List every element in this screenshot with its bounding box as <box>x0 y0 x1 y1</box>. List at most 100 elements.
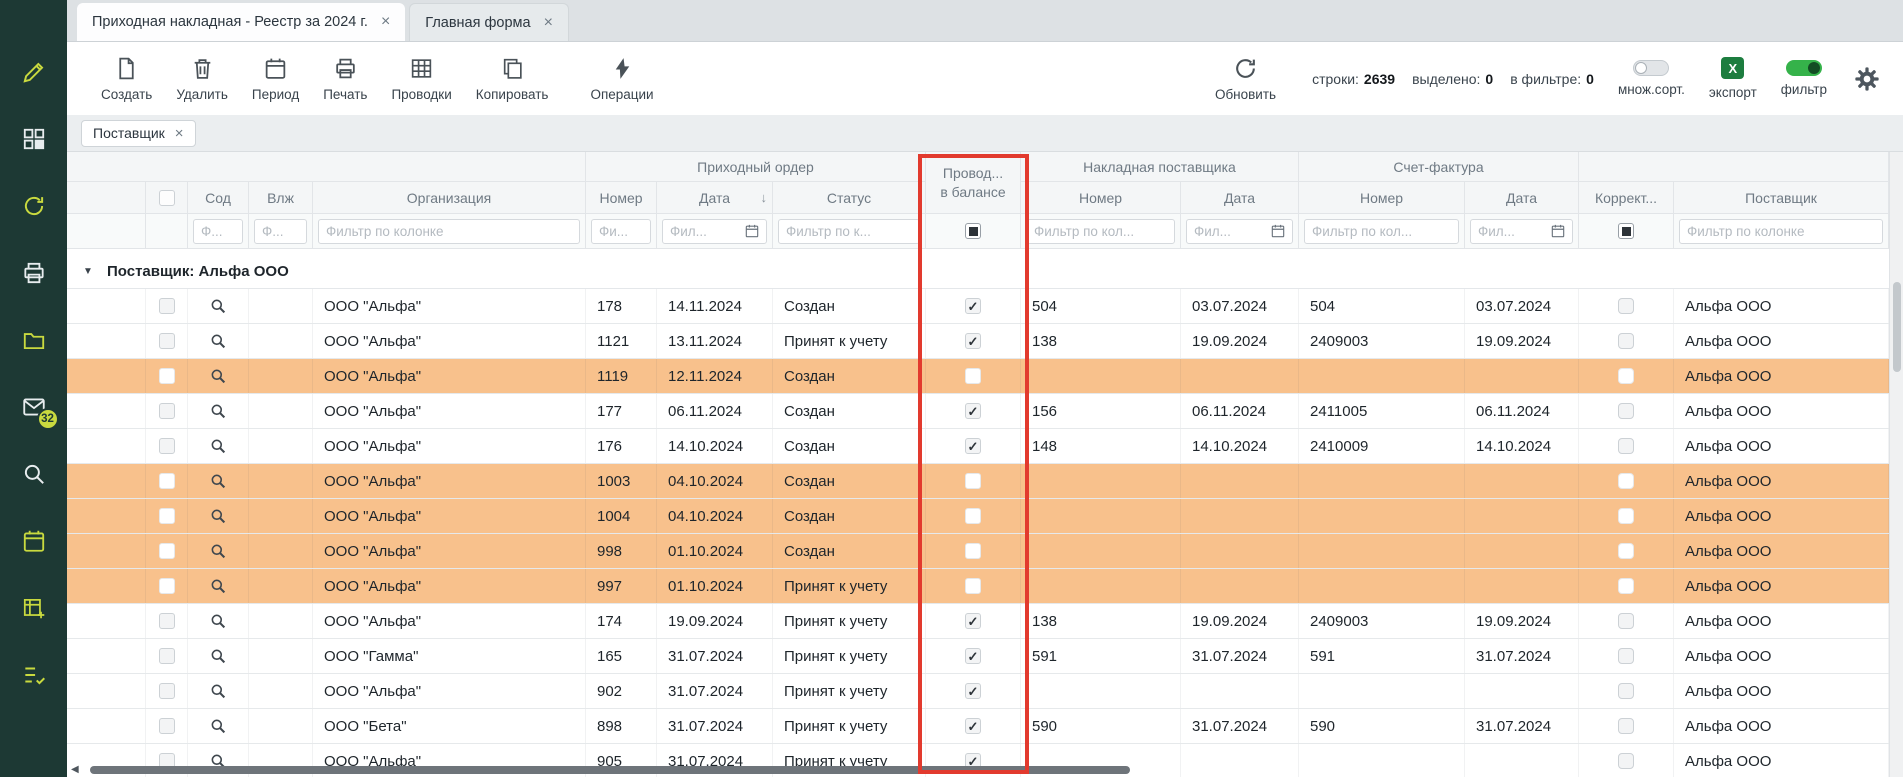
correction-cell[interactable] <box>1579 639 1674 673</box>
postings-button[interactable]: Проводки <box>379 52 463 106</box>
print-button[interactable]: Печать <box>311 52 379 106</box>
filter-supplier-invoice-date-input[interactable] <box>1194 224 1267 239</box>
checkbox-unchecked[interactable] <box>159 298 175 314</box>
edit-icon[interactable] <box>20 58 48 86</box>
group-header-supplier-invoice[interactable]: Накладная поставщика <box>1021 152 1299 182</box>
posted-cell[interactable]: ✓ <box>926 289 1021 323</box>
checkbox-checked[interactable]: ✓ <box>965 438 981 454</box>
row-open-cell[interactable] <box>188 429 249 463</box>
select-all-cell[interactable] <box>146 182 188 214</box>
correction-cell[interactable] <box>1579 289 1674 323</box>
column-header-supplier[interactable]: Поставщик <box>1674 182 1889 214</box>
search-icon[interactable] <box>210 578 227 595</box>
checkbox-unchecked[interactable] <box>159 578 175 594</box>
delete-button[interactable]: Удалить <box>164 52 240 106</box>
row-open-cell[interactable] <box>188 604 249 638</box>
correction-cell[interactable] <box>1579 744 1674 777</box>
checkbox-unchecked[interactable] <box>1618 543 1634 559</box>
close-icon[interactable]: × <box>381 14 390 30</box>
posted-cell[interactable]: ✓ <box>926 709 1021 743</box>
checkbox-unchecked[interactable] <box>1618 648 1634 664</box>
search-icon[interactable] <box>210 718 227 735</box>
checkbox-unchecked[interactable] <box>159 508 175 524</box>
multisort-toggle[interactable] <box>1633 60 1669 76</box>
row-select-cell[interactable] <box>146 499 188 533</box>
checkbox-unchecked[interactable] <box>1618 753 1634 769</box>
row-open-cell[interactable] <box>188 464 249 498</box>
column-header-order-date[interactable]: Дата↓ <box>657 182 773 214</box>
row-select-cell[interactable] <box>146 674 188 708</box>
copy-button[interactable]: Копировать <box>464 52 561 106</box>
checkbox-unchecked[interactable] <box>965 578 981 594</box>
checkbox-unchecked[interactable] <box>159 648 175 664</box>
search-icon[interactable] <box>210 648 227 665</box>
checkbox-unchecked[interactable] <box>1618 473 1634 489</box>
multisort-toggle-group[interactable]: множ.сорт. <box>1618 60 1685 97</box>
row-select-cell[interactable] <box>146 639 188 673</box>
checkbox-unchecked[interactable] <box>1618 368 1634 384</box>
checkbox-checked[interactable]: ✓ <box>965 613 981 629</box>
row-open-cell[interactable] <box>188 289 249 323</box>
calendar-icon[interactable] <box>1271 224 1285 238</box>
table-row[interactable]: ООО "Бета"89831.07.2024Принят к учету✓59… <box>67 709 1889 744</box>
table-row[interactable]: ООО "Альфа"100404.10.2024СозданАльфа ООО <box>67 499 1889 534</box>
posted-cell[interactable] <box>926 359 1021 393</box>
row-select-cell[interactable] <box>146 324 188 358</box>
filter-toggle[interactable] <box>1786 60 1822 76</box>
checkbox-unchecked[interactable] <box>1618 578 1634 594</box>
filter-sod-input[interactable] <box>201 224 235 239</box>
calendar-nav-icon[interactable] <box>20 527 48 555</box>
column-header-sod[interactable]: Сод <box>188 182 249 214</box>
search-icon[interactable] <box>210 333 227 350</box>
checkbox-unchecked[interactable] <box>159 683 175 699</box>
filter-chip-supplier[interactable]: Поставщик × <box>81 120 196 147</box>
filter-order-number-input[interactable] <box>599 224 643 239</box>
table-row[interactable]: ООО "Альфа"17614.10.2024Создан✓14814.10.… <box>67 429 1889 464</box>
checkbox-checked[interactable]: ✓ <box>965 648 981 664</box>
posted-cell[interactable] <box>926 569 1021 603</box>
posted-cell[interactable]: ✓ <box>926 674 1021 708</box>
correction-cell[interactable] <box>1579 674 1674 708</box>
sync-icon[interactable] <box>20 192 48 220</box>
checkbox-checked[interactable]: ✓ <box>965 333 981 349</box>
table-row[interactable]: ООО "Альфа"111912.11.2024СозданАльфа ООО <box>67 359 1889 394</box>
modules-grid-icon[interactable] <box>20 125 48 153</box>
filter-order-date-input[interactable] <box>670 224 741 239</box>
table-row[interactable]: ООО "Альфа"90231.07.2024Принят к учету✓А… <box>67 674 1889 709</box>
column-header-status[interactable]: Статус <box>773 182 926 214</box>
search-icon[interactable] <box>210 683 227 700</box>
posted-cell[interactable] <box>926 499 1021 533</box>
table-row[interactable]: ООО "Альфа"17419.09.2024Принят к учету✓1… <box>67 604 1889 639</box>
correction-cell[interactable] <box>1579 534 1674 568</box>
mail-icon[interactable]: 32 <box>20 393 48 421</box>
close-icon[interactable]: × <box>544 15 553 31</box>
row-select-cell[interactable] <box>146 709 188 743</box>
vertical-scrollbar[interactable] <box>1889 152 1903 777</box>
checkbox-unchecked[interactable] <box>159 438 175 454</box>
column-header-correction[interactable]: Коррект... <box>1579 182 1674 214</box>
checkbox-checked[interactable]: ✓ <box>965 298 981 314</box>
row-open-cell[interactable] <box>188 709 249 743</box>
column-header-posted[interactable]: Провод... в балансе <box>926 152 1021 214</box>
checkbox-unchecked[interactable] <box>1618 438 1634 454</box>
row-select-cell[interactable] <box>146 394 188 428</box>
posted-cell[interactable]: ✓ <box>926 394 1021 428</box>
column-header-organization[interactable]: Организация <box>313 182 586 214</box>
checkbox-checked[interactable]: ✓ <box>965 683 981 699</box>
checkbox-checked[interactable]: ✓ <box>965 403 981 419</box>
row-select-cell[interactable] <box>146 464 188 498</box>
column-header-invoice-date[interactable]: Дата <box>1465 182 1579 214</box>
search-icon[interactable] <box>210 473 227 490</box>
filter-vlj-input[interactable] <box>262 224 299 239</box>
filter-supplier-input[interactable] <box>1687 224 1875 239</box>
posted-cell[interactable] <box>926 534 1021 568</box>
checkbox-unchecked[interactable] <box>1618 333 1634 349</box>
row-select-cell[interactable] <box>146 569 188 603</box>
posted-filter-checkbox[interactable] <box>965 223 981 239</box>
correction-filter-checkbox[interactable] <box>1618 223 1634 239</box>
checkbox-unchecked[interactable] <box>965 473 981 489</box>
table-row[interactable]: ООО "Гамма"16531.07.2024Принят к учету✓5… <box>67 639 1889 674</box>
print-docs-icon[interactable] <box>20 259 48 287</box>
operations-button[interactable]: Операции <box>578 52 665 106</box>
correction-cell[interactable] <box>1579 569 1674 603</box>
